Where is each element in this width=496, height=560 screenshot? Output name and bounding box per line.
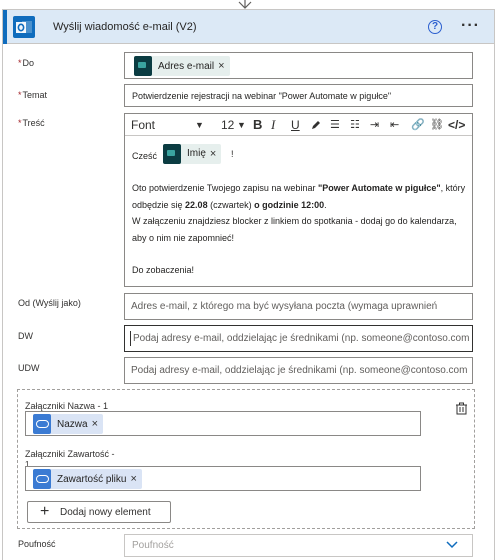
bcc-placeholder: Podaj adresy e-mail, oddzielając je śred… <box>131 365 467 376</box>
remove-token-icon[interactable]: × <box>210 146 221 163</box>
from-placeholder: Adres e-mail, z którego ma być wysyłana … <box>131 301 438 312</box>
attachment-name-label: Załączniki Nazwa - 1 <box>25 401 109 411</box>
onedrive-icon <box>33 414 51 434</box>
font-size-select[interactable]: 12 <box>221 117 234 133</box>
body-label: *Treść <box>18 118 45 128</box>
help-icon[interactable]: ? <box>428 20 442 34</box>
remove-token-icon[interactable]: × <box>130 473 141 485</box>
numbered-list-button[interactable]: ☷ <box>350 117 360 133</box>
card-header[interactable]: Wyślij wiadomość e-mail (V2) ? ··· <box>3 10 494 44</box>
bold-button[interactable]: B <box>253 117 262 133</box>
editor-toolbar: Font ▼ 12 ▼ B I U ☰ ☷ ⇥ ⇤ 🔗 ⛓ </> <box>125 114 472 136</box>
importance-label: Poufność <box>18 539 56 549</box>
importance-select[interactable]: Poufność <box>124 534 473 557</box>
underline-button[interactable]: U <box>291 117 300 133</box>
email-address-token[interactable]: Adres e-mail × <box>134 56 230 76</box>
importance-placeholder: Poufność <box>132 540 174 551</box>
font-caret-icon[interactable]: ▼ <box>195 117 204 133</box>
plus-icon: + <box>40 503 50 520</box>
header-accent-bar <box>3 10 7 44</box>
token-label: Nazwa <box>57 418 88 430</box>
highlight-pen-icon[interactable] <box>310 119 322 131</box>
cc-label: DW <box>18 331 33 341</box>
outdent-button[interactable]: ⇤ <box>390 117 399 133</box>
body-closing: Do zobaczenia! <box>132 265 195 275</box>
from-input[interactable]: Adres e-mail, z którego ma być wysyłana … <box>124 293 473 320</box>
subject-value: Potwierdzenie rejestracji na webinar "Po… <box>132 91 392 101</box>
font-family-select[interactable]: Font <box>131 117 155 133</box>
greeting-exclamation: ! <box>231 149 234 159</box>
cc-input[interactable]: Podaj adresy e-mail, oddzielając je śred… <box>124 325 473 352</box>
delete-attachment-icon[interactable] <box>455 402 468 415</box>
body-paragraph-2: W załączeniu znajdziesz blocker z linkie… <box>132 216 457 243</box>
add-button-label: Dodaj nowy element <box>60 507 151 518</box>
unlink-icon[interactable]: ⛓ <box>430 117 444 133</box>
bullet-list-button[interactable]: ☰ <box>330 117 340 133</box>
text-cursor <box>130 331 131 346</box>
size-caret-icon[interactable]: ▼ <box>237 117 246 133</box>
first-name-token[interactable]: Imię × <box>163 144 222 164</box>
attachment-content-field[interactable]: Zawartość pliku × <box>25 466 421 491</box>
onedrive-icon <box>33 469 51 489</box>
file-content-token[interactable]: Zawartość pliku × <box>33 469 142 489</box>
action-title[interactable]: Wyślij wiadomość e-mail (V2) <box>53 21 197 33</box>
indent-button[interactable]: ⇥ <box>370 117 379 133</box>
italic-button[interactable]: I <box>271 117 275 133</box>
code-view-button[interactable]: </> <box>448 117 465 133</box>
name-token[interactable]: Nazwa × <box>33 414 104 434</box>
to-field[interactable]: Adres e-mail × <box>124 52 473 79</box>
chevron-down-icon[interactable] <box>445 539 459 551</box>
dynamic-content-icon <box>163 144 181 164</box>
attachment-content-label: Załączniki Zawartość - <box>25 449 115 459</box>
bcc-label: UDW <box>18 363 40 373</box>
greeting-text: Cześć <box>132 151 158 161</box>
token-label: Adres e-mail <box>158 60 215 72</box>
more-options-icon[interactable]: ··· <box>461 17 480 35</box>
cc-placeholder: Podaj adresy e-mail, oddzielając je śred… <box>133 333 469 344</box>
body-editor[interactable]: Font ▼ 12 ▼ B I U ☰ ☷ ⇥ ⇤ 🔗 ⛓ </> Cześć … <box>124 113 473 287</box>
subject-input[interactable]: Potwierdzenie rejestracji na webinar "Po… <box>124 84 473 107</box>
subject-label: *Temat <box>18 90 48 100</box>
editor-content[interactable]: Cześć Imię × ! Oto potwierdzenie Twojego… <box>132 144 467 279</box>
attachment-name-field[interactable]: Nazwa × <box>25 411 421 436</box>
outlook-icon <box>13 16 35 38</box>
to-label: *Do <box>18 58 35 68</box>
from-label: Od (Wyślij jako) <box>18 298 81 308</box>
link-icon[interactable]: 🔗 <box>411 117 425 133</box>
remove-token-icon[interactable]: × <box>218 60 229 72</box>
body-paragraph-1: Oto potwierdzenie Twojego zapisu na webi… <box>132 183 466 210</box>
bcc-input[interactable]: Podaj adresy e-mail, oddzielając je śred… <box>124 357 473 384</box>
add-new-item-button[interactable]: + Dodaj nowy element <box>27 501 171 523</box>
remove-token-icon[interactable]: × <box>92 418 103 430</box>
dynamic-content-icon <box>134 56 152 76</box>
token-label: Imię <box>187 147 206 159</box>
token-label: Zawartość pliku <box>57 473 127 485</box>
